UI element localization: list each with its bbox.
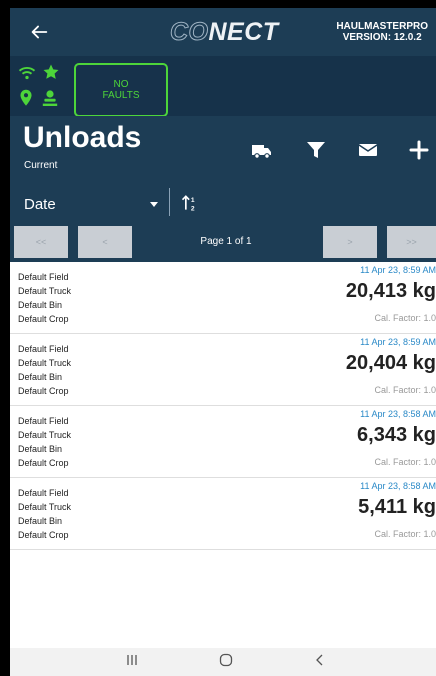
record-weight: 6,343 kg: [357, 424, 436, 446]
list-item[interactable]: Default Field Default Truck Default Bin …: [10, 334, 436, 406]
truck-name: Default Truck: [18, 430, 72, 440]
page-title: Unloads: [23, 121, 142, 154]
mail-icon[interactable]: [356, 138, 380, 162]
wifi-icon: [18, 66, 36, 80]
page-indicator: Page 1 of 1: [200, 236, 252, 247]
record-timestamp: 11 Apr 23, 8:58 AM: [360, 409, 436, 419]
version-info: HAULMASTERPRO VERSION: 12.0.2: [336, 21, 428, 43]
app-version: VERSION: 12.0.2: [342, 32, 422, 43]
record-weight: 20,413 kg: [345, 280, 436, 302]
svg-text:1: 1: [191, 197, 195, 204]
field-name: Default Field: [18, 272, 69, 282]
crop-name: Default Crop: [18, 386, 69, 396]
recents-icon[interactable]: [124, 652, 140, 668]
back-icon[interactable]: [312, 652, 328, 668]
person-icon: [42, 90, 58, 106]
crop-name: Default Crop: [18, 530, 69, 540]
crop-name: Default Crop: [18, 314, 69, 324]
record-timestamp: 11 Apr 23, 8:59 AM: [360, 265, 436, 275]
pager: << < Page 1 of 1 > >>: [10, 226, 436, 262]
bin-name: Default Bin: [18, 444, 63, 454]
cal-factor: Cal. Factor: 1.0: [374, 313, 436, 323]
sort-bar: Date 1 2: [10, 182, 436, 226]
faults-label-line2: FAULTS: [102, 90, 140, 101]
no-faults-button[interactable]: NO FAULTS: [74, 63, 168, 117]
truck-name: Default Truck: [18, 502, 72, 512]
first-page-button[interactable]: <<: [14, 226, 68, 258]
field-name: Default Field: [18, 488, 69, 498]
prev-page-button[interactable]: <: [78, 226, 132, 258]
sort-divider: [169, 188, 170, 216]
field-name: Default Field: [18, 344, 69, 354]
record-timestamp: 11 Apr 23, 8:58 AM: [360, 481, 436, 491]
chevron-down-icon[interactable]: [150, 202, 158, 207]
filter-icon[interactable]: [304, 138, 328, 162]
sort-field-select[interactable]: Date: [24, 196, 56, 213]
status-bar: NO FAULTS: [10, 56, 436, 117]
app-name: HAULMASTERPRO: [336, 21, 428, 32]
list-item[interactable]: Default Field Default Truck Default Bin …: [10, 262, 436, 334]
cal-factor: Cal. Factor: 1.0: [374, 385, 436, 395]
location-pin-icon: [20, 89, 32, 106]
truck-name: Default Truck: [18, 358, 72, 368]
title-bar: Unloads Current: [10, 116, 436, 182]
truck-icon[interactable]: [250, 138, 274, 162]
record-timestamp: 11 Apr 23, 8:59 AM: [360, 337, 436, 347]
record-weight: 20,404 kg: [345, 352, 436, 374]
bin-name: Default Bin: [18, 516, 63, 526]
page-subtitle: Current: [24, 160, 58, 171]
home-icon[interactable]: [218, 652, 234, 668]
plus-icon[interactable]: [407, 138, 431, 162]
bin-name: Default Bin: [18, 300, 63, 310]
faults-label-line1: NO: [113, 79, 129, 90]
crop-name: Default Crop: [18, 458, 69, 468]
list-item[interactable]: Default Field Default Truck Default Bin …: [10, 478, 436, 550]
svg-text:2: 2: [191, 206, 195, 213]
system-nav-bar: [10, 648, 436, 676]
list-item[interactable]: Default Field Default Truck Default Bin …: [10, 406, 436, 478]
truck-name: Default Truck: [18, 286, 72, 296]
connect-logo: CONECT: [170, 18, 279, 47]
top-bar: CONECT HAULMASTERPRO VERSION: 12.0.2: [10, 8, 436, 56]
app-frame: CONECT HAULMASTERPRO VERSION: 12.0.2 NO: [10, 8, 436, 676]
star-icon: [43, 64, 59, 79]
record-weight: 5,411 kg: [358, 496, 436, 518]
bin-name: Default Bin: [18, 372, 63, 382]
arrow-left-icon[interactable]: [28, 21, 50, 43]
last-page-button[interactable]: >>: [387, 226, 436, 258]
next-page-button[interactable]: >: [323, 226, 377, 258]
unloads-list: Default Field Default Truck Default Bin …: [10, 262, 436, 550]
field-name: Default Field: [18, 416, 69, 426]
cal-factor: Cal. Factor: 1.0: [374, 457, 436, 467]
sort-order-icon[interactable]: 1 2: [180, 193, 200, 213]
cal-factor: Cal. Factor: 1.0: [374, 529, 436, 539]
